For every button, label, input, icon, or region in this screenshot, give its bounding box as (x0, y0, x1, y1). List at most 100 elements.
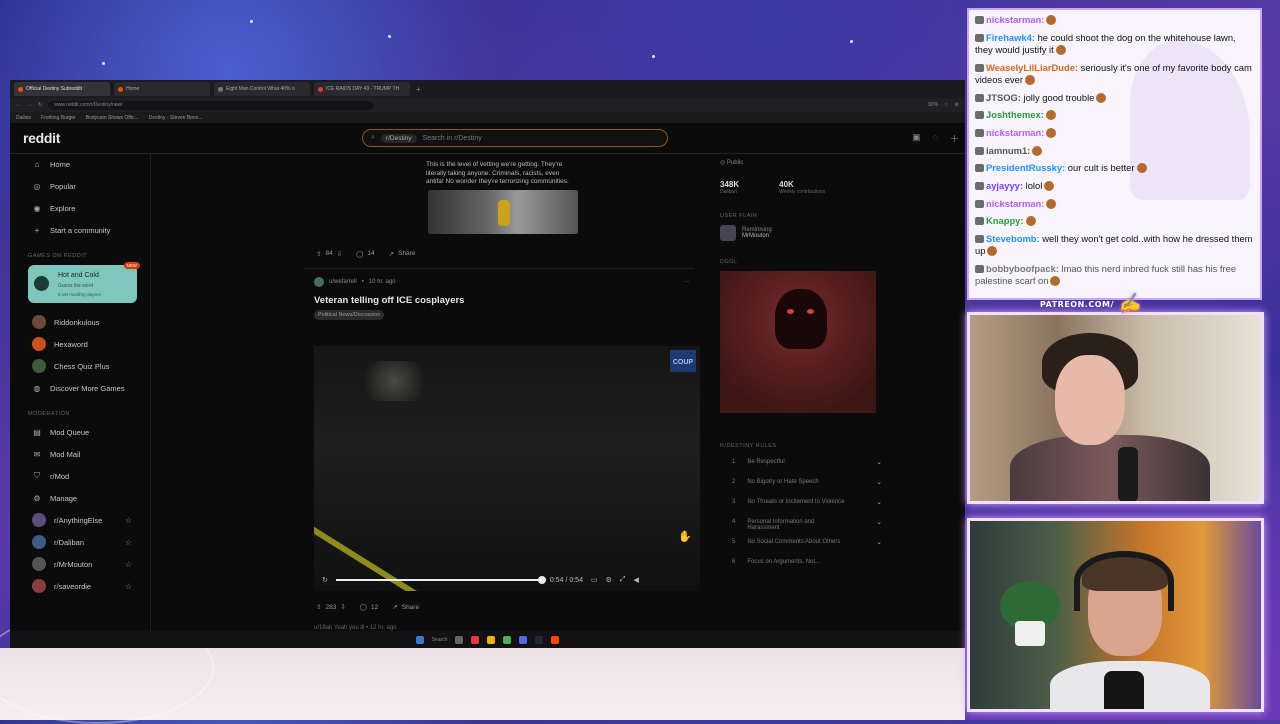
chat-icon[interactable]: ◌ (933, 132, 938, 145)
sidebar-community[interactable]: r/Daliban ☆ (10, 531, 150, 553)
comments-button[interactable]: ◯ 14 (356, 250, 375, 258)
downvote-icon[interactable]: ⇩ (340, 603, 345, 611)
rule-item[interactable]: 6 Focus on Arguments, Not... (720, 555, 882, 575)
volume-icon[interactable]: ◀ (633, 576, 638, 584)
vote-group[interactable]: ⇧ 283 ⇩ (316, 603, 346, 612)
reddit-logo[interactable]: reddit (23, 130, 60, 146)
browser-tab[interactable]: Eight Man Control What 40% o (214, 82, 310, 96)
zoom-level[interactable]: 90% (928, 102, 938, 108)
favorite-star-icon[interactable]: ☆ (125, 582, 132, 591)
sidebar-item-popular[interactable]: ◎ Popular (10, 175, 150, 197)
bookmark-item[interactable]: Bodycam Shows Offic... (86, 115, 139, 121)
chat-username[interactable]: Stevebomb: (986, 233, 1040, 244)
sidebar-community[interactable]: r/MrMouton ☆ (10, 553, 150, 575)
sidebar-item-home[interactable]: ⌂ Home (10, 153, 150, 175)
browser-tab[interactable]: Home (114, 82, 210, 96)
chat-username[interactable]: bobbyboofpack: (986, 263, 1059, 274)
search-input[interactable]: ⌕ r/Destiny Search in r/Destiny (362, 129, 668, 147)
bookmark-star-icon[interactable]: ☆ (944, 102, 948, 108)
headset (1074, 551, 1174, 611)
rule-item[interactable]: 3 No Threats or Incitement to Violence ⌄ (720, 495, 882, 515)
app-icon[interactable] (503, 635, 512, 644)
favorite-star-icon[interactable]: ☆ (125, 516, 132, 525)
sidebar-mod-mail[interactable]: ✉ Mod Mail (10, 443, 150, 465)
author-avatar[interactable] (314, 276, 324, 287)
new-tab-icon[interactable]: + (416, 85, 421, 94)
extensions-icon[interactable]: ⚙ (955, 102, 959, 108)
sidebar-manage[interactable]: ⚙ Manage (10, 487, 150, 509)
video-player[interactable]: COUP ↻ 0:54 / 0:54 ▭ ⚙ ⤢ ◀ (314, 346, 700, 591)
bookmark-item[interactable]: Destiny - Steven Bonn... (149, 115, 203, 121)
moderation-section-header[interactable]: MODERATION (10, 407, 150, 421)
sidebar-community[interactable]: r/saveordie ☆ (10, 575, 150, 597)
video-progress-bar[interactable] (335, 576, 546, 584)
windows-start-icon[interactable] (415, 635, 424, 644)
favorite-star-icon[interactable]: ☆ (125, 538, 132, 547)
subreddit-chip[interactable]: r/Destiny (380, 133, 417, 143)
chat-username[interactable]: ayjayyy: (986, 180, 1023, 191)
progress-knob[interactable] (537, 576, 546, 584)
sidebar-item-explore[interactable]: ◉ Explore (10, 197, 150, 219)
reload-icon[interactable]: ↻ (38, 102, 42, 108)
browser-icon[interactable] (551, 635, 560, 644)
sidebar-game-chess-quiz[interactable]: Chess Quiz Plus (10, 355, 150, 377)
chat-username[interactable]: nickstarman: (986, 127, 1044, 138)
sidebar-discover-games[interactable]: ◍ Discover More Games (10, 377, 150, 399)
chat-username[interactable]: Firehawk4: (986, 32, 1035, 43)
upvote-icon[interactable]: ⇧ (316, 603, 321, 611)
taskbar-search[interactable]: Search (432, 637, 448, 643)
chat-username[interactable]: WeaselyLilLiarDude: (986, 62, 1078, 73)
forward-icon[interactable]: → (27, 102, 32, 108)
share-button[interactable]: ↗ Share (389, 250, 416, 258)
sidebar-game-riddonkulous[interactable]: Riddonkulous (10, 311, 150, 333)
chat-username[interactable]: nickstarman: (986, 14, 1044, 25)
sidebar-mod-queue[interactable]: ▤ Mod Queue (10, 421, 150, 443)
games-section-header[interactable]: GAMES ON REDDIT (10, 249, 150, 263)
captions-icon[interactable]: ▭ (591, 576, 598, 584)
rule-item[interactable]: 2 No Bigotry or Hate Speech ⌄ (720, 475, 882, 495)
browser-tab[interactable]: Official Destiny Subreddit (14, 82, 110, 96)
advertise-icon[interactable]: ▣ (912, 132, 921, 145)
chat-username[interactable]: nickstarman: (986, 198, 1044, 209)
settings-icon[interactable]: ⚙ (606, 576, 612, 584)
task-view-icon[interactable] (455, 635, 464, 644)
sidebar-game-hexaword[interactable]: Hexaword (10, 333, 150, 355)
chat-username[interactable]: PresidentRussky: (986, 162, 1065, 173)
bookmark-item[interactable]: Frothing Burger (41, 115, 76, 121)
dggl-image[interactable] (720, 271, 876, 413)
chat-username[interactable]: iamnum1: (986, 145, 1030, 156)
create-post-icon[interactable]: ＋ (950, 132, 959, 145)
sidebar-item-start-community[interactable]: + Start a community (10, 219, 150, 241)
chat-username[interactable]: Joshthemex: (986, 109, 1044, 120)
chat-username[interactable]: JTSOG: (986, 92, 1021, 103)
replay-icon[interactable]: ↻ (322, 576, 328, 584)
browser-tab[interactable]: ICE RAIDS DAY 43 - TRUMP TH (314, 82, 410, 96)
rule-item[interactable]: 1 Be Respectful ⌄ (720, 455, 882, 475)
bookmark-item[interactable]: Dailies (16, 115, 31, 121)
user-flair[interactable]: Reminising MrMouton (720, 225, 882, 241)
game-card-hot-and-cold[interactable]: Hot and Cold Guess the word 9.1M monthly… (28, 262, 140, 303)
rule-item[interactable]: 4 Personal Information and Harassment ⌄ (720, 515, 882, 535)
vote-group[interactable]: ⇧ 84 ⇩ (316, 250, 342, 258)
sidebar-community[interactable]: r/AnythingElse ☆ (10, 509, 150, 531)
downvote-icon[interactable]: ⇩ (337, 250, 342, 258)
app-icon[interactable] (471, 635, 480, 644)
post-author[interactable]: u/wefarrell (329, 279, 357, 285)
post-flair[interactable]: Political News/Discussion (314, 309, 385, 320)
comments-button[interactable]: ◯ 12 (360, 603, 379, 612)
favorite-star-icon[interactable]: ☆ (125, 560, 132, 569)
chat-username[interactable]: Knappy: (986, 215, 1024, 226)
folder-icon[interactable] (487, 635, 496, 644)
sidebar-r-mod[interactable]: ⛉ r/Mod (10, 465, 150, 487)
fullscreen-icon[interactable]: ⤢ (620, 576, 626, 584)
post-title[interactable]: Veteran telling off ICE cosplayers (304, 295, 694, 306)
discord-icon[interactable] (519, 635, 528, 644)
steam-icon[interactable] (535, 635, 544, 644)
upvote-icon[interactable]: ⇧ (316, 250, 321, 258)
share-button[interactable]: ↗ Share (392, 603, 419, 612)
address-input[interactable]: www.reddit.com/r/Destiny/new/ (48, 100, 375, 110)
previous-post-thumbnail[interactable] (428, 189, 578, 234)
rule-item[interactable]: 5 No Social Comments About Others ⌄ (720, 535, 882, 555)
more-options-icon[interactable]: ··· (684, 279, 690, 285)
back-icon[interactable]: ← (16, 102, 21, 108)
